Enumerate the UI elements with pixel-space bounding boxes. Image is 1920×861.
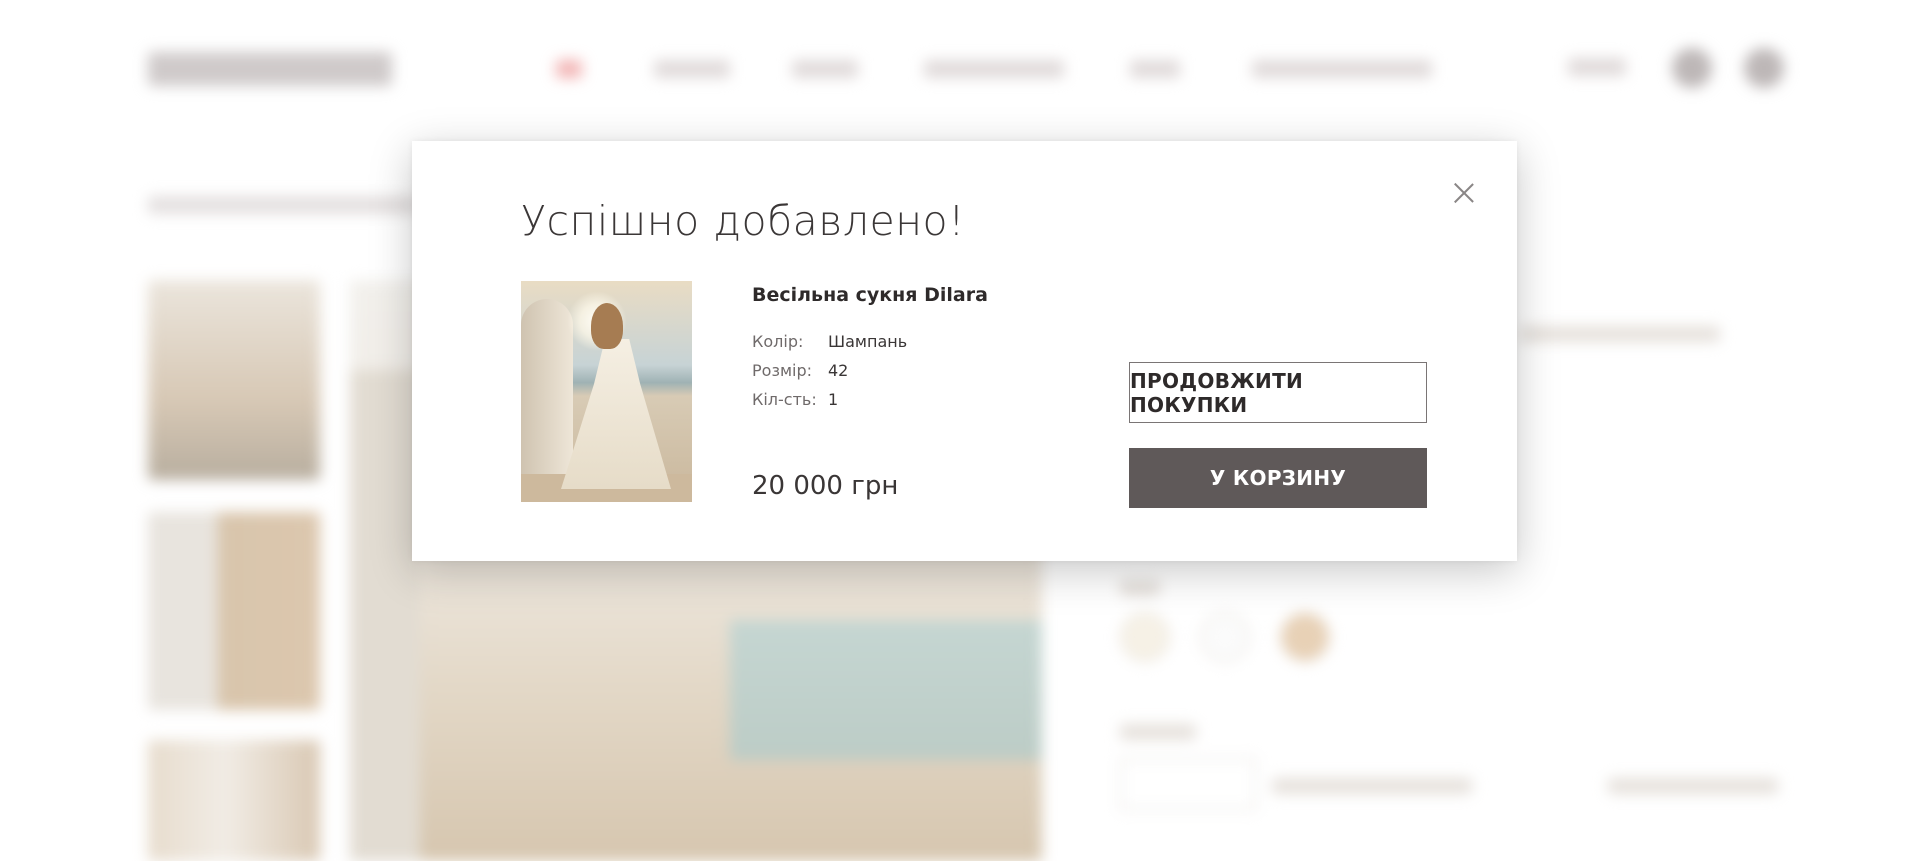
color-label xyxy=(1120,580,1160,596)
cart-icon xyxy=(1744,48,1784,88)
nav-item xyxy=(1130,60,1180,78)
close-icon[interactable] xyxy=(1449,177,1479,207)
go-to-cart-button[interactable]: У КОРЗИНУ xyxy=(1129,448,1427,508)
nav-item xyxy=(654,60,730,78)
site-logo xyxy=(148,52,392,86)
search-icon xyxy=(1672,48,1712,88)
breadcrumb xyxy=(148,196,418,214)
product-thumbnail xyxy=(521,281,692,502)
product-attribute-color: Колір: Шампань xyxy=(752,332,907,351)
added-to-cart-modal: Успішно добавлено! Весільна сукня Dilara… xyxy=(412,141,1517,561)
product-subtitle xyxy=(1520,326,1720,342)
modal-title: Успішно добавлено! xyxy=(521,197,966,245)
size-label xyxy=(1120,724,1196,740)
nav-item xyxy=(792,60,858,78)
color-swatch xyxy=(1280,612,1330,662)
product-attribute-size: Розмір: 42 xyxy=(752,361,848,380)
product-name: Весільна сукня Dilara xyxy=(752,284,988,306)
attribute-value: Шампань xyxy=(828,332,908,351)
nav-item xyxy=(924,60,1064,78)
continue-shopping-button[interactable]: ПРОДОВЖИТИ ПОКУПКИ xyxy=(1129,362,1427,423)
site-header xyxy=(0,0,1920,140)
size-select xyxy=(1120,758,1256,810)
color-swatch xyxy=(1200,612,1250,662)
attribute-value: 1 xyxy=(828,390,839,409)
gallery-thumbnail xyxy=(148,740,320,861)
product-price: 20 000 грн xyxy=(752,471,899,501)
size-guide-link xyxy=(1272,778,1472,794)
gallery-thumbnail xyxy=(148,512,320,710)
nav-item xyxy=(1252,60,1432,78)
color-swatch xyxy=(1120,612,1170,662)
gallery-thumbnail xyxy=(148,280,320,480)
language-switch xyxy=(1568,58,1626,76)
attribute-label: Розмір: xyxy=(752,361,813,380)
product-attribute-quantity: Кіл-сть: 1 xyxy=(752,390,838,409)
attribute-label: Кіл-сть: xyxy=(752,390,817,409)
attribute-value: 42 xyxy=(828,361,849,380)
nav-item xyxy=(556,60,582,78)
attribute-label: Колір: xyxy=(752,332,804,351)
consultation-link xyxy=(1608,778,1778,794)
